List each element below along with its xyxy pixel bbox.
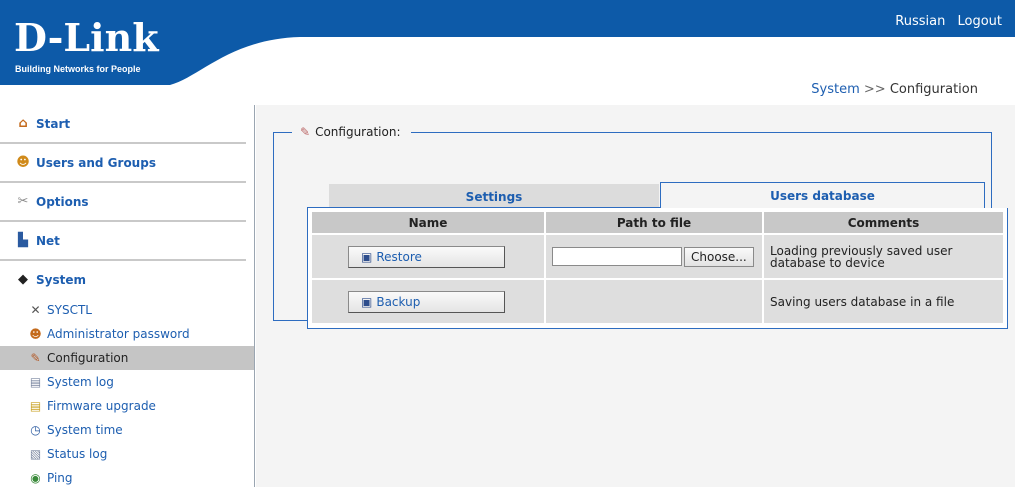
sidebar-item-label: Administrator password [47,327,190,341]
home-icon: ⌂ [18,116,28,131]
sidebar-item-ping[interactable]: ◉ Ping [0,466,254,490]
configuration-icon: ✎ [30,351,41,365]
sidebar-item-sysctl[interactable]: ✕ SYSCTL [0,298,254,322]
restore-button[interactable]: ▣ Restore [348,245,505,268]
table-cell-path [546,280,762,323]
sidebar-item-system-time[interactable]: ◷ System time [0,418,254,442]
sidebar-item-firmware-upgrade[interactable]: ▤ Firmware upgrade [0,394,254,418]
status-log-icon: ▧ [29,447,42,461]
sidebar-item-net[interactable]: ▙ Net [0,222,246,261]
tab-users-database[interactable]: Users database [660,182,985,208]
backup-button[interactable]: ▣ Backup [348,290,505,313]
tools-icon: ✕ [30,303,41,317]
sidebar-item-system[interactable]: ◆ System [0,261,246,298]
sidebar-item-label: System log [47,375,114,389]
options-icon: ✂ [17,194,29,209]
system-icon: ◆ [18,272,28,287]
sidebar-item-label: Users and Groups [36,155,156,170]
sidebar-item-options[interactable]: ✂ Options [0,183,246,222]
logout-link[interactable]: Logout [957,14,1002,29]
sidebar-item-administrator-password[interactable]: ☻ Administrator password [0,322,254,346]
ping-icon: ◉ [30,471,41,485]
configuration-icon: ✎ [300,125,311,139]
users-database-table: Name Path to file Comments ▣ Restore Cho… [307,208,1008,329]
breadcrumb-system-link[interactable]: System [811,82,859,97]
choose-file-button[interactable]: Choose... [684,246,754,267]
backup-comment: Saving users database in a file [770,294,955,309]
table-cell-action: ▣ Restore [312,235,544,278]
panel-title-text: Configuration: [315,125,401,139]
language-link[interactable]: Russian [895,14,945,29]
tab-settings[interactable]: Settings [329,184,659,208]
backup-button-label: Backup [376,294,421,309]
table-cell-action: ▣ Backup [312,280,544,323]
sidebar-item-users-and-groups[interactable]: ☻ Users and Groups [0,144,246,183]
sidebar: ⌂ Start ☻ Users and Groups ✂ Options ▙ N… [0,105,255,487]
configuration-panel: ✎ Configuration: Settings Users database… [273,125,1008,329]
file-chooser: Choose... [552,246,756,267]
breadcrumb-current: Configuration [889,82,978,97]
table-row: ▣ Restore Choose... Loading previously s… [312,235,1003,278]
sidebar-item-label: System [36,272,86,287]
sidebar-item-status-log[interactable]: ▧ Status log [0,442,254,466]
column-header-name: Name [312,212,544,233]
sidebar-item-label: Configuration [47,351,129,365]
panel-title: ✎ Configuration: [292,125,411,139]
floppy-disk-icon: ▣ [361,249,373,264]
dlink-logo: D-Link [14,15,159,60]
table-header-row: Name Path to file Comments [312,212,1003,233]
restore-button-label: Restore [376,249,422,264]
breadcrumb-separator: >> [863,82,886,97]
table-row: ▣ Backup Saving users database in a file [312,280,1003,323]
sidebar-item-label: Firmware upgrade [47,399,156,413]
clock-icon: ◷ [30,423,41,437]
breadcrumb: System >> Configuration [811,82,978,97]
sidebar-item-label: Ping [47,471,73,485]
table-cell-comment: Loading previously saved user database t… [764,235,1003,278]
user-key-icon: ☻ [29,327,42,341]
column-header-comments: Comments [764,212,1003,233]
network-icon: ▙ [18,233,28,248]
users-icon: ☻ [16,155,30,170]
firmware-icon: ▤ [29,399,42,413]
sidebar-item-label: System time [47,423,123,437]
column-header-path: Path to file [546,212,762,233]
restore-comment: Loading previously saved user database t… [770,243,953,270]
top-links: Russian Logout [887,14,1002,29]
sidebar-item-label: Status log [47,447,108,461]
sidebar-item-label: Net [36,233,60,248]
table-cell-comment: Saving users database in a file [764,280,1003,323]
log-icon: ▤ [29,375,42,389]
main-content: ✎ Configuration: Settings Users database… [256,105,1015,487]
sidebar-item-label: Start [36,116,71,131]
sidebar-item-label: Options [36,194,89,209]
logo-tagline: Building Networks for People [15,64,141,74]
table-cell-path: Choose... [546,235,762,278]
file-path-input[interactable] [552,247,682,266]
sidebar-item-system-log[interactable]: ▤ System log [0,370,254,394]
sidebar-item-configuration[interactable]: ✎ Configuration [0,346,254,370]
sidebar-item-start[interactable]: ⌂ Start [0,105,246,144]
sidebar-item-label: SYSCTL [47,303,92,317]
floppy-disk-icon: ▣ [361,294,373,309]
